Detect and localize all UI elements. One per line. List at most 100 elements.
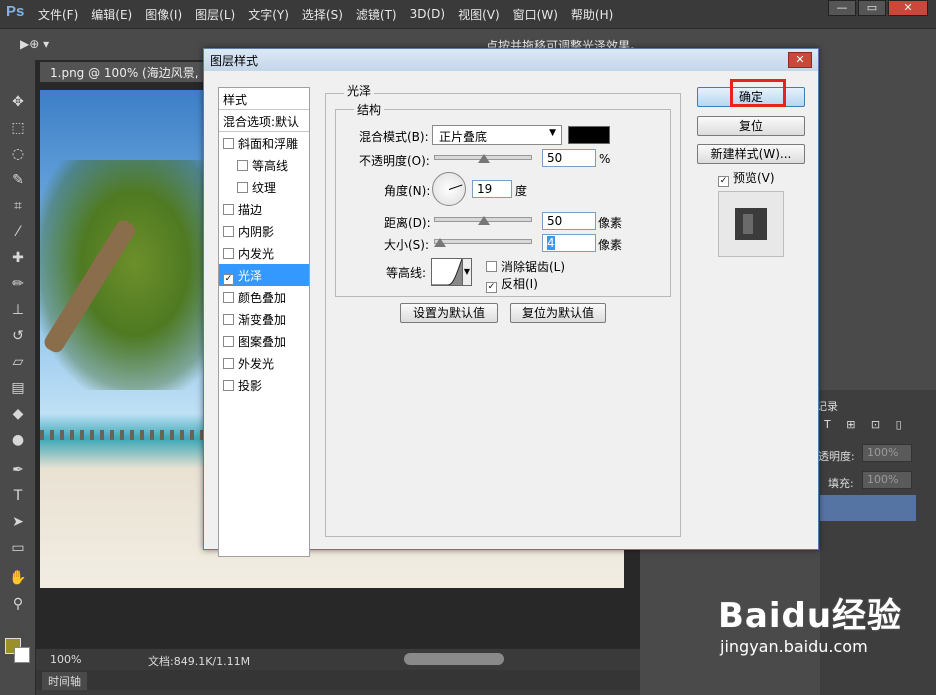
antialias-checkbox-box[interactable] [486,261,497,272]
style-item-4[interactable]: 内阴影 [219,220,309,242]
menu-3d[interactable]: 3D(D) [410,7,445,21]
reset-button[interactable]: 复位 [697,116,805,136]
brush-tool-icon[interactable]: ✏ [8,274,28,294]
style-item-2[interactable]: 纹理 [219,176,309,198]
style-item-checkbox[interactable] [223,248,234,259]
stamp-tool-icon[interactable]: ⊥ [8,300,28,320]
path-select-icon[interactable]: ➤ [8,512,28,532]
angle-input[interactable]: 19 [472,180,512,198]
distance-input[interactable]: 50 [542,212,596,230]
zoom-level[interactable]: 100% [50,653,81,666]
preview-checkbox[interactable]: ✓ 预览(V) [718,169,775,187]
angle-dial[interactable] [432,172,466,206]
style-item-checkbox[interactable] [237,182,248,193]
quick-select-tool-icon[interactable]: ✎ [8,170,28,190]
opacity-input[interactable]: 50 [542,149,596,167]
preview-checkbox-box[interactable]: ✓ [718,176,729,187]
background-color-swatch[interactable] [14,647,30,663]
menu-window[interactable]: 窗口(W) [513,6,558,23]
size-slider[interactable] [434,239,532,244]
style-list-header[interactable]: 样式 [219,88,309,110]
style-item-5[interactable]: 内发光 [219,242,309,264]
blend-mode-select[interactable]: 正片叠底 ▼ [432,125,562,145]
hand-tool-icon[interactable]: ✋ [8,568,28,588]
tool-preset-picker[interactable]: ▶⊕ ▾ [20,37,49,51]
menu-file[interactable]: 文件(F) [38,6,78,23]
menu-view[interactable]: 视图(V) [458,6,500,23]
marquee-tool-icon[interactable]: ⬚ [8,118,28,138]
new-style-button[interactable]: 新建样式(W)... [697,144,805,164]
size-input[interactable]: 4 [542,234,596,252]
document-info[interactable]: 文档:849.1K/1.11M [148,653,250,669]
zoom-tool-icon[interactable]: ⚲ [8,594,28,614]
style-item-8[interactable]: 渐变叠加 [219,308,309,330]
style-item-checkbox[interactable] [223,138,234,149]
eraser-tool-icon[interactable]: ▱ [8,352,28,372]
invert-checkbox-box[interactable]: ✓ [486,282,497,293]
style-item-label: 内阴影 [238,225,275,239]
style-item-0[interactable]: 斜面和浮雕 [219,132,309,154]
minimize-button[interactable]: — [828,0,856,16]
opacity-slider-thumb[interactable] [478,154,490,163]
menu-filter[interactable]: 滤镜(T) [356,6,397,23]
style-item-11[interactable]: 投影 [219,374,309,396]
style-item-checkbox[interactable]: ✓ [223,274,234,285]
style-item-label: 渐变叠加 [238,313,287,327]
distance-slider-thumb[interactable] [478,216,490,225]
style-item-checkbox[interactable] [223,358,234,369]
set-default-button[interactable]: 设置为默认值 [400,303,498,323]
contour-preview[interactable] [431,258,463,286]
menu-layer[interactable]: 图层(L) [195,6,235,23]
restore-button[interactable]: ▭ [858,0,886,16]
history-brush-icon[interactable]: ↺ [8,326,28,346]
invert-checkbox[interactable]: ✓ 反相(I) [486,275,538,293]
size-label: 大小(S): [384,238,430,252]
menu-select[interactable]: 选择(S) [302,6,343,23]
style-item-10[interactable]: 外发光 [219,352,309,374]
style-item-9[interactable]: 图案叠加 [219,330,309,352]
lasso-tool-icon[interactable]: ◌ [8,144,28,164]
antialias-checkbox[interactable]: 消除锯齿(L) [486,258,565,275]
style-item-6[interactable]: ✓ 光泽 [219,264,309,286]
crop-tool-icon[interactable]: ⌗ [8,196,28,216]
style-item-checkbox[interactable] [223,226,234,237]
eyedropper-tool-icon[interactable]: ⁄ [8,222,28,242]
style-item-checkbox[interactable] [223,292,234,303]
blending-options[interactable]: 混合选项:默认 [219,110,309,132]
selected-layer-row[interactable] [820,495,916,521]
close-window-button[interactable]: ✕ [888,0,928,16]
pen-tool-icon[interactable]: ✒ [8,460,28,480]
menu-type[interactable]: 文字(Y) [248,6,289,23]
style-item-7[interactable]: 颜色叠加 [219,286,309,308]
lock-icons[interactable]: T ⊞ ⊡ ▯ [824,418,908,431]
layer-opacity-input[interactable]: 100% [862,444,912,462]
style-item-checkbox[interactable] [223,314,234,325]
style-item-3[interactable]: 描边 [219,198,309,220]
blur-tool-icon[interactable]: ◆ [8,404,28,424]
style-item-checkbox[interactable] [223,380,234,391]
horizontal-scrollbar[interactable] [404,653,504,665]
timeline-tab[interactable]: 时间轴 [42,672,87,690]
style-list: 样式 混合选项:默认 斜面和浮雕 等高线 纹理 描边内阴影内发光 ✓ 光泽 颜色叠加渐变叠加… [218,87,310,557]
size-slider-thumb[interactable] [434,238,446,247]
style-item-checkbox[interactable] [237,160,248,171]
style-item-checkbox[interactable] [223,204,234,215]
style-item-1[interactable]: 等高线 [219,154,309,176]
fill-input[interactable]: 100% [862,471,912,489]
menu-image[interactable]: 图像(I) [145,6,182,23]
move-tool-icon[interactable]: ✥ [8,92,28,112]
type-tool-icon[interactable]: T [8,486,28,506]
reset-default-button[interactable]: 复位为默认值 [510,303,606,323]
menu-edit[interactable]: 编辑(E) [91,6,132,23]
blend-mode-label: 混合模式(B): [359,130,429,144]
document-tab[interactable]: 1.png @ 100% (海边风景, R [40,62,208,82]
dodge-tool-icon[interactable]: ● [8,430,28,450]
healing-brush-icon[interactable]: ✚ [8,248,28,268]
gradient-tool-icon[interactable]: ▤ [8,378,28,398]
dialog-close-button[interactable]: ✕ [788,52,812,68]
shape-tool-icon[interactable]: ▭ [8,538,28,558]
contour-dropdown[interactable]: ▼ [462,258,472,286]
satin-color-swatch[interactable] [568,126,610,144]
menu-help[interactable]: 帮助(H) [571,6,613,23]
style-item-checkbox[interactable] [223,336,234,347]
